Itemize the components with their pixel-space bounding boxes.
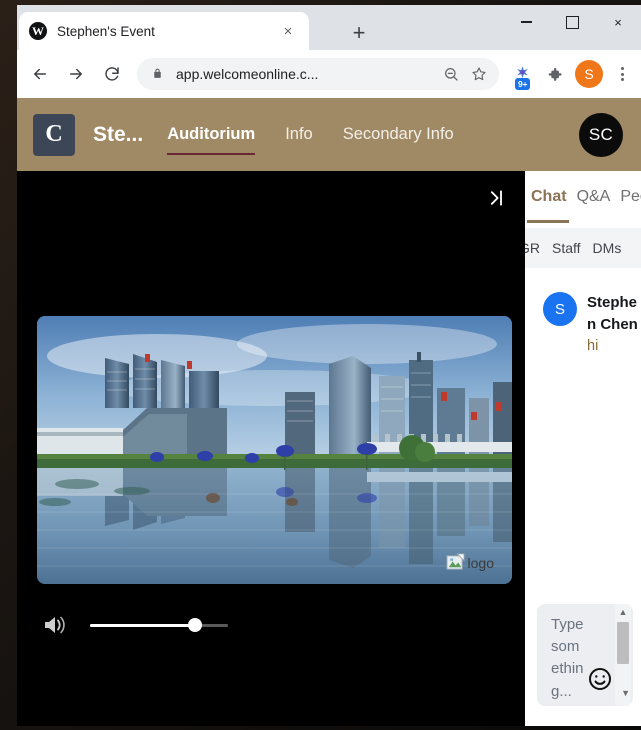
chat-composer[interactable]: Type something... ▲ ▼	[537, 604, 633, 706]
chat-message-list: S Stephen Chen hi	[525, 268, 641, 596]
browser-tab[interactable]: W Stephen's Event ×	[19, 12, 309, 50]
scroll-down-icon[interactable]: ▼	[621, 685, 630, 702]
city-skyline-image	[37, 316, 512, 584]
app-navigation: Auditorium Info Secondary Info	[167, 98, 454, 171]
scroll-up-icon[interactable]: ▲	[619, 604, 628, 621]
volume-slider-fill	[90, 623, 195, 627]
volume-control	[42, 614, 228, 636]
chat-composer-area: Type something... ▲ ▼	[525, 596, 641, 726]
url-text: app.welcomeonline.c...	[176, 66, 319, 82]
sub-tab-dms[interactable]: DMs	[593, 240, 622, 256]
volume-slider-knob[interactable]	[187, 618, 202, 632]
extension-sparkle-icon[interactable]: 9+	[507, 59, 537, 90]
message-text: hi	[587, 337, 599, 354]
minimize-button[interactable]	[503, 5, 549, 39]
browser-window: W Stephen's Event × + × app.welcomeonlin…	[17, 5, 641, 726]
forward-button[interactable]	[59, 57, 93, 91]
message-avatar: S	[543, 292, 577, 326]
nav-item-auditorium[interactable]: Auditorium	[167, 98, 256, 171]
user-avatar[interactable]: SC	[579, 112, 623, 157]
event-logo-icon: C	[33, 113, 75, 156]
zoom-out-icon[interactable]	[437, 60, 465, 88]
tab-chat[interactable]: Chat	[527, 188, 569, 223]
tab-qa[interactable]: Q&A	[577, 188, 611, 223]
chat-sub-tab-bar: GR Staff DMs	[525, 228, 641, 268]
chat-message: S Stephen Chen hi	[543, 292, 641, 354]
window-controls: ×	[503, 5, 641, 39]
close-window-button[interactable]: ×	[595, 5, 641, 39]
reload-button[interactable]	[95, 57, 129, 91]
profile-avatar[interactable]: S	[575, 60, 603, 88]
tab-close-icon[interactable]: ×	[277, 20, 299, 42]
puzzle-icon[interactable]	[539, 59, 569, 89]
page-content: C Ste... Auditorium Info Secondary Info …	[17, 98, 641, 726]
browser-menu-button[interactable]	[609, 59, 635, 89]
browser-tab-strip: W Stephen's Event × + ×	[17, 5, 641, 50]
app-header: C Ste... Auditorium Info Secondary Info …	[17, 98, 641, 171]
video-thumbnail[interactable]: logo	[37, 316, 512, 584]
chat-tab-bar: Chat Q&A People	[525, 171, 641, 228]
volume-icon[interactable]	[42, 614, 68, 636]
tab-title: Stephen's Event	[57, 23, 155, 39]
collapse-panel-icon[interactable]	[481, 183, 511, 213]
extension-badge: 9+	[515, 77, 531, 90]
tab-people[interactable]: People	[620, 188, 641, 223]
tab-favicon: W	[29, 22, 47, 40]
logo-placeholder: logo	[446, 553, 494, 572]
back-button[interactable]	[23, 57, 57, 91]
video-stage: logo	[17, 171, 525, 726]
sub-tab-gr[interactable]: GR	[525, 240, 540, 256]
maximize-button[interactable]	[549, 5, 595, 39]
lock-icon	[151, 67, 164, 82]
nav-item-info[interactable]: Info	[285, 98, 313, 171]
event-title: Ste...	[93, 122, 144, 146]
sub-tab-staff[interactable]: Staff	[552, 240, 581, 256]
chat-panel: Chat Q&A People GR Staff DMs S Stephen C…	[525, 171, 641, 726]
star-icon[interactable]	[465, 60, 493, 88]
nav-item-secondary-info[interactable]: Secondary Info	[343, 98, 454, 171]
browser-toolbar: app.welcomeonline.c... 9+ S	[17, 50, 641, 98]
message-author: Stephen Chen	[587, 294, 638, 333]
volume-slider[interactable]	[90, 618, 228, 632]
scrollbar-thumb[interactable]	[617, 622, 629, 664]
emoji-smiley-icon[interactable]	[587, 666, 613, 692]
address-bar[interactable]: app.welcomeonline.c...	[137, 58, 499, 90]
broken-image-icon	[446, 553, 465, 572]
new-tab-button[interactable]: +	[345, 19, 373, 47]
message-body: Stephen Chen hi	[587, 292, 641, 354]
message-input-placeholder[interactable]: Type something...	[551, 614, 587, 703]
logo-placeholder-text: logo	[467, 554, 494, 571]
